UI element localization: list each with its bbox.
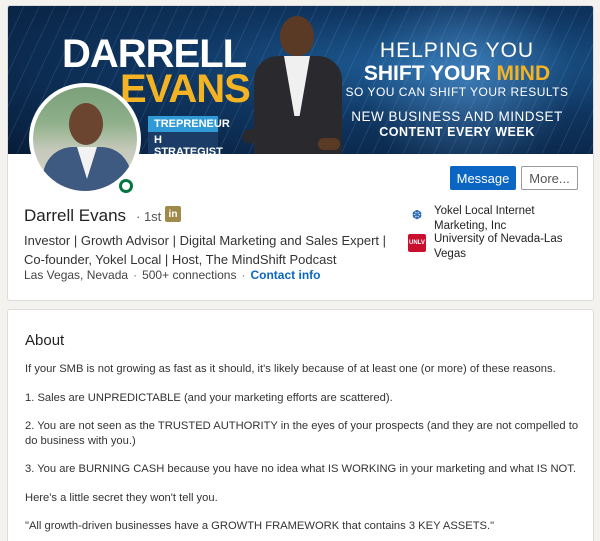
banner-speaker-image — [241, 16, 351, 154]
message-button[interactable]: Message — [450, 166, 516, 190]
banner-tagline-3: SO YOU CAN SHIFT YOUR RESULTS — [345, 85, 569, 99]
profile-name: Darrell Evans — [24, 206, 127, 225]
banner-tagline-2: SHIFT YOUR MIND — [363, 62, 551, 85]
more-button[interactable]: More... — [521, 166, 578, 190]
separator: · — [133, 268, 138, 282]
banner-tagline-5: CONTENT EVERY WEEK — [379, 125, 535, 139]
linkedin-premium-icon: in — [165, 206, 181, 222]
connection-degree: · 1st — [136, 209, 162, 224]
banner-tagline-1: HELPING YOU — [379, 39, 535, 62]
about-paragraph: Here's a little secret they won't tell y… — [25, 492, 218, 504]
banner-tag-entrepreneur: TREPRENEUR — [148, 116, 230, 132]
about-paragraph: "All growth-driven businesses have a GRO… — [25, 520, 495, 532]
org-unlv[interactable]: UNLV University of Nevada-Las Vegas — [408, 232, 583, 262]
connections-count[interactable]: 500+ connections — [142, 268, 236, 282]
about-paragraph: 3. You are BURNING CASH because you have… — [25, 463, 576, 475]
contact-info-link[interactable]: Contact info — [250, 268, 320, 282]
profile-headline: Investor | Growth Advisor | Digital Mark… — [24, 233, 387, 267]
about-card: About If your SMB is not growing as fast… — [7, 309, 594, 541]
org-yokel-local[interactable]: ❆ Yokel Local Internet Marketing, Inc — [408, 204, 583, 234]
about-paragraph: 1. Sales are UNPREDICTABLE (and your mar… — [25, 392, 393, 404]
profile-card: DARRELL EVANS TREPRENEUR H STRATEGIST HE… — [7, 5, 594, 301]
about-paragraph: If your SMB is not growing as fast as it… — [25, 363, 556, 375]
unlv-logo-icon: UNLV — [408, 234, 426, 252]
profile-meta: Las Vegas, Nevada · 500+ connections · C… — [24, 268, 320, 282]
org-name: University of Nevada-Las Vegas — [434, 233, 563, 260]
separator: · — [241, 268, 246, 282]
profile-location: Las Vegas, Nevada — [24, 268, 129, 282]
org-name: Yokel Local Internet Marketing, Inc — [434, 205, 535, 232]
banner-tagline-4: NEW BUSINESS AND MINDSET — [351, 109, 563, 124]
banner-tag-strategist: H STRATEGIST — [148, 132, 223, 154]
about-paragraph: 2. You are not seen as the TRUSTED AUTHO… — [25, 420, 579, 447]
online-status-icon — [116, 176, 136, 196]
banner-name-last: EVANS — [120, 67, 251, 111]
about-title: About — [25, 332, 65, 349]
yokel-logo-icon: ❆ — [411, 207, 423, 222]
